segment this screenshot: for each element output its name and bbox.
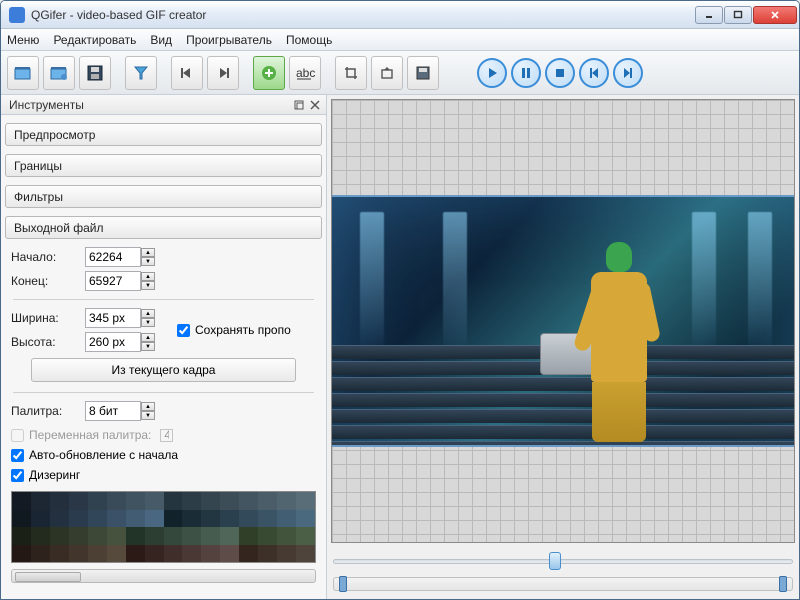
spin-up-icon[interactable]: ▲: [141, 248, 155, 257]
end-spinner[interactable]: ▲▼: [85, 271, 171, 291]
app-icon: [9, 7, 25, 23]
save-button[interactable]: [79, 56, 111, 90]
width-label: Ширина:: [11, 311, 79, 325]
height-label: Высота:: [11, 335, 79, 349]
auto-update-checkbox[interactable]: [11, 449, 24, 462]
section-bounds[interactable]: Границы: [5, 154, 322, 177]
section-output[interactable]: Выходной файл: [5, 216, 322, 239]
next-frame-button[interactable]: [207, 56, 239, 90]
width-spinner[interactable]: ▲▼: [85, 308, 171, 328]
pause-button[interactable]: [511, 58, 541, 88]
dithering-row: Дизеринг: [5, 465, 322, 485]
video-still: [332, 195, 794, 447]
spin-up-icon[interactable]: ▲: [141, 402, 155, 411]
menu-item[interactable]: Редактировать: [53, 33, 136, 47]
preview-frame: [331, 99, 795, 543]
keep-ratio-label: Сохранять пропо: [195, 323, 291, 337]
divider: [13, 392, 314, 393]
menu-item[interactable]: Проигрыватель: [186, 33, 272, 47]
palette-label: Палитра:: [11, 404, 79, 418]
titlebar[interactable]: QGifer - video-based GIF creator: [1, 1, 799, 29]
spin-up-icon[interactable]: ▲: [141, 272, 155, 281]
end-label: Конец:: [11, 274, 79, 288]
open-video-button[interactable]: [7, 56, 39, 90]
menu-item[interactable]: Помощь: [286, 33, 332, 47]
menubar: Меню Редактировать Вид Проигрыватель Пом…: [1, 29, 799, 51]
add-button[interactable]: [253, 56, 285, 90]
from-current-button[interactable]: Из текущего кадра: [31, 358, 296, 382]
section-filters[interactable]: Фильтры: [5, 185, 322, 208]
range-slider[interactable]: [333, 577, 793, 591]
playback-controls: [477, 58, 643, 88]
minimize-button[interactable]: [695, 6, 723, 24]
filter-button[interactable]: [125, 56, 157, 90]
tools-panel: Инструменты Предпросмотр Границы Фильтры…: [1, 95, 327, 599]
start-label: Начало:: [11, 250, 79, 264]
color-palette[interactable]: [11, 491, 316, 563]
slider-thumb[interactable]: [549, 552, 561, 570]
content-area: Инструменты Предпросмотр Границы Фильтры…: [1, 95, 799, 599]
spin-down-icon[interactable]: ▼: [141, 257, 155, 266]
var-palette-label: Переменная палитра:: [29, 428, 151, 442]
palette-input[interactable]: [85, 401, 141, 421]
prev-frame-button[interactable]: [171, 56, 203, 90]
range-start-handle[interactable]: [339, 576, 347, 592]
height-input[interactable]: [85, 332, 141, 352]
spin-down-icon[interactable]: ▼: [141, 411, 155, 420]
divider: [13, 299, 314, 300]
crop-button[interactable]: [335, 56, 367, 90]
panel-close-icon[interactable]: [308, 98, 322, 112]
panel-body: Предпросмотр Границы Фильтры Выходной фа…: [1, 115, 326, 599]
close-button[interactable]: [753, 6, 797, 24]
var-palette-checkbox[interactable]: [11, 429, 24, 442]
save-frame-button[interactable]: [407, 56, 439, 90]
window-title: QGifer - video-based GIF creator: [31, 8, 694, 22]
auto-update-label: Авто-обновление с начала: [29, 448, 178, 462]
width-input[interactable]: [85, 308, 141, 328]
range-end-handle[interactable]: [779, 576, 787, 592]
keep-ratio-checkbox[interactable]: [177, 324, 190, 337]
palette-spinner[interactable]: ▲▼: [85, 401, 171, 421]
dithering-label: Дизеринг: [29, 468, 80, 482]
spin-down-icon[interactable]: ▼: [141, 281, 155, 290]
dithering-checkbox[interactable]: [11, 469, 24, 482]
spin-down-icon[interactable]: ▼: [141, 342, 155, 351]
auto-update-row: Авто-обновление с начала: [5, 445, 322, 465]
timeline-slider[interactable]: [333, 551, 793, 573]
section-preview[interactable]: Предпросмотр: [5, 123, 322, 146]
panel-title: Инструменты: [9, 98, 290, 112]
height-spinner[interactable]: ▲▼: [85, 332, 171, 352]
stop-button[interactable]: [545, 58, 575, 88]
skip-forward-button[interactable]: [613, 58, 643, 88]
spin-down-icon[interactable]: ▼: [141, 318, 155, 327]
preview-area: [327, 95, 799, 599]
start-input[interactable]: [85, 247, 141, 267]
end-input[interactable]: [85, 271, 141, 291]
undock-icon[interactable]: [292, 98, 306, 112]
spin-up-icon[interactable]: ▲: [141, 309, 155, 318]
toolbar: abc: [1, 51, 799, 95]
play-button[interactable]: [477, 58, 507, 88]
spin-up-icon[interactable]: ▲: [141, 333, 155, 342]
svg-text:abc: abc: [296, 66, 315, 80]
output-form: Начало: ▲▼ Конец: ▲▼ Ширина: ▲▼ Сохранят…: [5, 243, 322, 425]
palette-scrollbar[interactable]: [11, 569, 316, 583]
open-project-button[interactable]: [43, 56, 75, 90]
export-button[interactable]: [371, 56, 403, 90]
skip-back-button[interactable]: [579, 58, 609, 88]
app-window: QGifer - video-based GIF creator Меню Ре…: [0, 0, 800, 600]
var-palette-value: [160, 429, 173, 442]
menu-item[interactable]: Вид: [150, 33, 172, 47]
start-spinner[interactable]: ▲▼: [85, 247, 171, 267]
menu-item[interactable]: Меню: [7, 33, 39, 47]
keep-ratio-row: Сохранять пропо: [177, 323, 316, 337]
maximize-button[interactable]: [724, 6, 752, 24]
var-palette-row: Переменная палитра:: [5, 425, 322, 445]
panel-header[interactable]: Инструменты: [1, 95, 326, 115]
text-button[interactable]: abc: [289, 56, 321, 90]
